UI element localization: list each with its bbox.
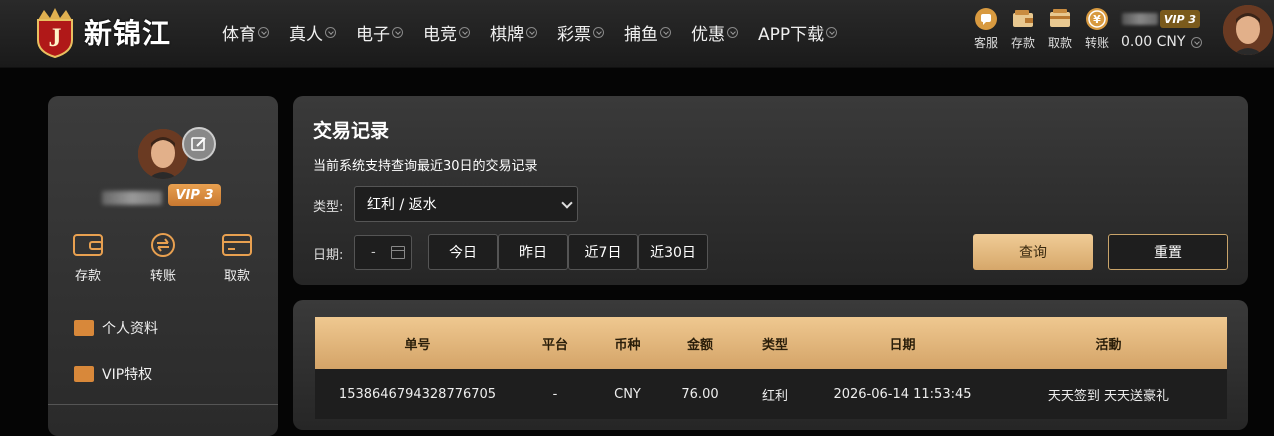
nav-promotions[interactable]: 优惠 xyxy=(681,20,748,45)
crown-shield-icon: J xyxy=(37,8,73,58)
transaction-filter-panel: 交易记录 当前系统支持查询最近30日的交易记录 类型: 红利 / 返水 日期: … xyxy=(293,96,1248,285)
wallet-icon xyxy=(1013,10,1033,27)
vip-badge: VIP 3 xyxy=(1160,10,1200,28)
query-button[interactable]: 查询 xyxy=(973,234,1093,270)
quick-customer-service[interactable]: 客服 xyxy=(966,7,1006,51)
column-header: 日期 xyxy=(889,337,916,353)
chevron-down-icon xyxy=(1191,36,1203,48)
chevron-down-icon xyxy=(459,26,470,38)
cell-platform: - xyxy=(552,386,558,402)
calendar-icon xyxy=(391,246,405,259)
range-7-days-button[interactable]: 近7日 xyxy=(568,234,638,270)
column-header: 币种 xyxy=(614,337,641,353)
nav-slots[interactable]: 电子 xyxy=(346,20,413,45)
chevron-down-icon xyxy=(727,26,738,38)
column-header: 平台 xyxy=(541,337,568,353)
edit-profile-button[interactable] xyxy=(182,127,216,161)
nav-esports[interactable]: 电竞 xyxy=(413,20,480,45)
range-30-days-button[interactable]: 近30日 xyxy=(638,234,708,270)
chevron-down-icon xyxy=(392,26,403,38)
wallet-balance[interactable]: 0.00 CNY xyxy=(1121,34,1203,50)
transfer-icon xyxy=(151,233,175,257)
date-label: 日期: xyxy=(313,248,344,263)
chevron-down-icon xyxy=(526,26,537,38)
card-icon xyxy=(222,234,252,256)
column-header: 金额 xyxy=(686,337,713,353)
nav-lottery[interactable]: 彩票 xyxy=(547,20,614,45)
cell-type: 红利 xyxy=(761,388,788,404)
table-header: 单号 平台 币种 金额 类型 日期 活動 xyxy=(315,317,1227,369)
nav-sports[interactable]: 体育 xyxy=(212,20,279,45)
nav-live[interactable]: 真人 xyxy=(279,20,346,45)
divider xyxy=(48,404,278,405)
avatar xyxy=(138,129,188,179)
cell-activity: 天天签到 天天送豪礼 xyxy=(1047,388,1170,404)
brand-name: 新锦江 xyxy=(84,17,172,50)
reset-button[interactable]: 重置 xyxy=(1108,234,1228,270)
chevron-down-icon xyxy=(325,26,336,38)
quick-deposit[interactable]: 存款 xyxy=(1003,7,1043,51)
cell-amount: 76.00 xyxy=(681,386,719,402)
transfer-coin-icon: ¥ xyxy=(1086,8,1108,30)
table-row[interactable]: 1538646794328776705 - CNY 76.00 红利 2026-… xyxy=(315,369,1227,419)
wallet-icon xyxy=(73,234,103,256)
vip-badge: VIP 3 xyxy=(168,184,221,206)
main-nav: 体育 真人 电子 电竞 棋牌 彩票 捕鱼 优惠 APP下载 xyxy=(212,20,847,45)
column-header: 类型 xyxy=(761,337,788,353)
chevron-down-icon xyxy=(593,26,604,38)
page-title: 交易记录 xyxy=(313,120,390,142)
card-icon xyxy=(1050,9,1070,27)
chat-bubble-icon xyxy=(975,8,997,30)
username-blurred xyxy=(102,191,162,205)
nav-fishing[interactable]: 捕鱼 xyxy=(614,20,681,45)
username-blurred xyxy=(1122,13,1158,25)
svg-text:J: J xyxy=(49,23,62,52)
column-header: 活動 xyxy=(1095,337,1122,353)
chevron-down-icon xyxy=(258,26,269,38)
sidebar-deposit-button[interactable]: 存款 xyxy=(63,232,113,284)
nav-cards[interactable]: 棋牌 xyxy=(480,20,547,45)
account-summary[interactable]: VIP 3 0.00 CNY xyxy=(1118,8,1218,56)
cell-currency: CNY xyxy=(614,386,641,402)
user-portrait-icon xyxy=(1223,5,1273,55)
quick-withdraw[interactable]: 取款 xyxy=(1040,7,1080,51)
range-yesterday-button[interactable]: 昨日 xyxy=(498,234,568,270)
svg-text:¥: ¥ xyxy=(1093,13,1101,26)
quick-transfer[interactable]: ¥ 转账 xyxy=(1077,7,1117,51)
date-range-input[interactable]: - xyxy=(354,235,412,270)
sidebar-withdraw-button[interactable]: 取款 xyxy=(212,232,262,284)
cell-date: 2026-06-14 11:53:45 xyxy=(833,386,972,402)
transaction-table-panel: 单号 平台 币种 金额 类型 日期 活動 1538646794328776705… xyxy=(293,300,1248,430)
edit-icon xyxy=(191,137,206,151)
cell-order-no: 1538646794328776705 xyxy=(338,386,497,402)
sidebar-transfer-button[interactable]: 转账 xyxy=(138,232,188,284)
page-subtitle: 当前系统支持查询最近30日的交易记录 xyxy=(313,159,538,174)
id-card-icon xyxy=(74,366,94,382)
nav-app-download[interactable]: APP下载 xyxy=(748,20,847,45)
user-portrait-icon xyxy=(138,129,188,179)
column-header: 单号 xyxy=(404,337,431,353)
sidebar-item-profile[interactable]: 个人资料 xyxy=(74,318,158,338)
type-select[interactable]: 红利 / 返水 xyxy=(354,186,578,222)
id-card-icon xyxy=(74,320,94,336)
member-sidebar: VIP 3 存款 转账 取款 个人资料 VIP特权 xyxy=(48,96,278,436)
avatar[interactable] xyxy=(1223,5,1273,55)
chevron-down-icon xyxy=(826,26,838,38)
range-today-button[interactable]: 今日 xyxy=(428,234,498,270)
sidebar-item-vip[interactable]: VIP特权 xyxy=(74,364,152,384)
top-bar: J 新锦江 体育 真人 电子 电竞 棋牌 彩票 捕鱼 优惠 APP下载 客服 存… xyxy=(0,0,1274,68)
brand-logo[interactable]: J 新锦江 xyxy=(30,4,200,60)
type-label: 类型: xyxy=(313,200,344,215)
chevron-down-icon xyxy=(660,26,671,38)
chevron-down-icon xyxy=(561,197,573,209)
